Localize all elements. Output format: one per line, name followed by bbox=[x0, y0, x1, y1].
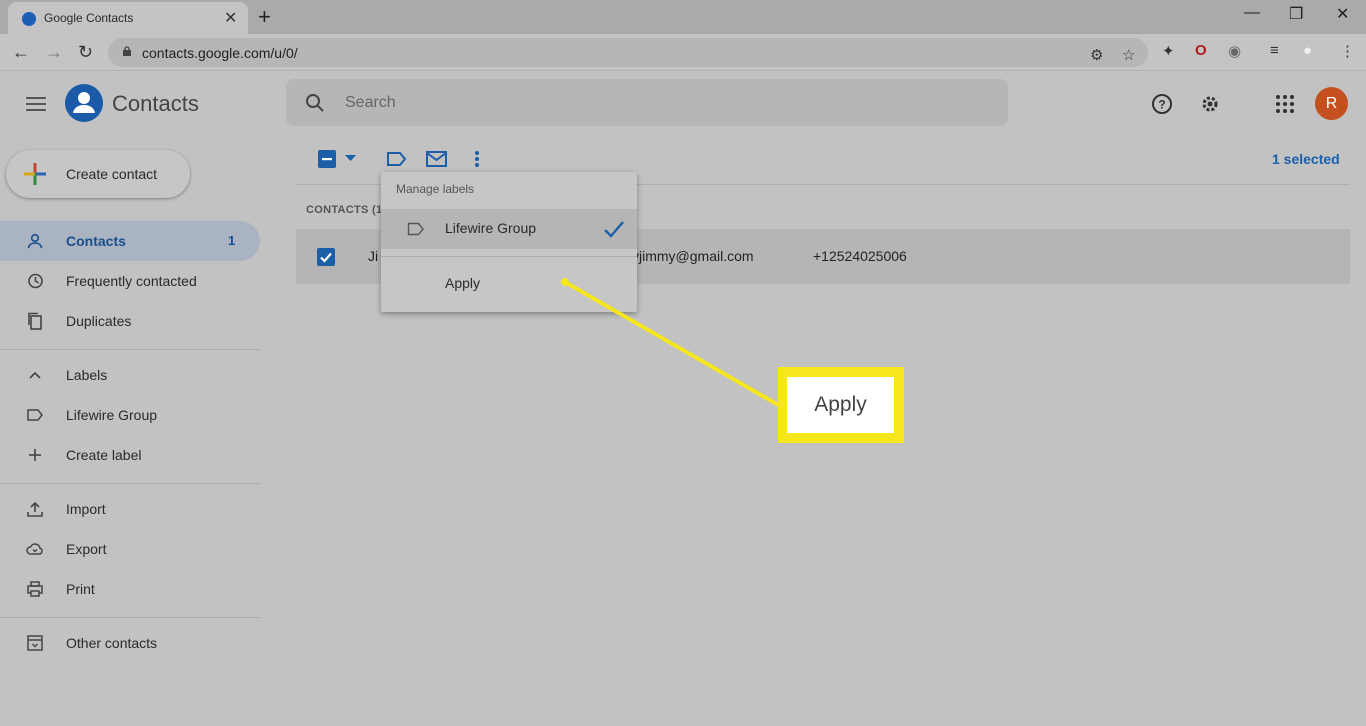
apply-callout: Apply bbox=[778, 367, 904, 443]
callout-box: Apply bbox=[787, 377, 894, 433]
annotation-pointer-line bbox=[561, 278, 781, 408]
callout-text: Apply bbox=[814, 393, 867, 416]
